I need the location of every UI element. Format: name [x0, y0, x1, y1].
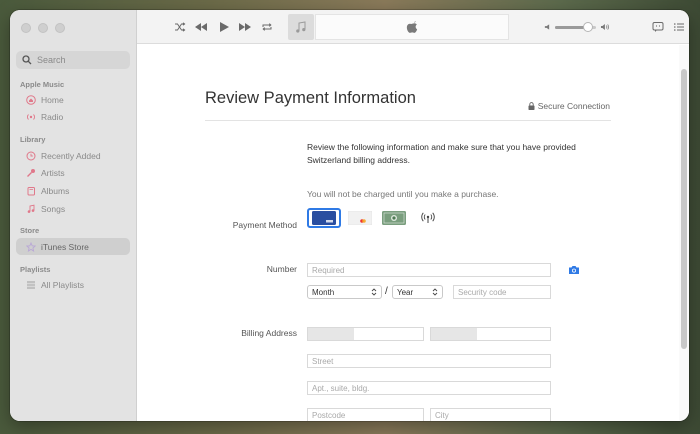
sidebar-item-label: All Playlists — [41, 279, 84, 290]
shuffle-icon[interactable] — [173, 20, 187, 34]
page-title: Review Payment Information — [205, 89, 416, 107]
sidebar-item-label: Recently Added — [41, 150, 101, 161]
chevron-updown-icon — [371, 288, 377, 296]
content-scrollbar[interactable] — [679, 45, 689, 421]
payment-option-mastercard[interactable] — [345, 208, 375, 228]
close-window-button[interactable] — [21, 23, 31, 33]
sidebar-item-label: Home — [41, 94, 64, 105]
star-icon — [26, 241, 36, 252]
section-label-playlists: Playlists — [20, 265, 51, 274]
number-label: Number — [266, 264, 297, 274]
billing-address-label: Billing Address — [241, 328, 297, 338]
secure-connection-text: Secure Connection — [537, 101, 610, 111]
camera-icon — [569, 266, 579, 274]
first-name-input[interactable] — [307, 327, 424, 341]
rewind-icon[interactable] — [193, 20, 209, 34]
section-label-apple-music: Apple Music — [20, 80, 65, 89]
sidebar-search — [16, 51, 130, 69]
sidebar-item-all-playlists[interactable]: All Playlists — [16, 276, 130, 293]
contactless-icon — [421, 212, 435, 223]
sidebar-item-home[interactable]: Home — [16, 91, 130, 108]
grid-icon — [26, 280, 36, 290]
sidebar-item-label: iTunes Store — [41, 241, 89, 252]
apt-suite-input[interactable] — [307, 381, 551, 395]
sidebar-item-label: Radio — [41, 111, 64, 122]
app-window: Apple Music Home Radio Library Recently … — [10, 10, 689, 421]
radio-icon — [26, 112, 36, 122]
expiry-month-select[interactable]: Month — [307, 285, 382, 299]
repeat-icon[interactable] — [260, 20, 274, 34]
zoom-window-button[interactable] — [55, 23, 65, 33]
album-art — [288, 14, 314, 40]
section-label-library: Library — [20, 135, 46, 144]
sidebar-item-artists[interactable]: Artists — [16, 164, 130, 181]
minimize-window-button[interactable] — [38, 23, 48, 33]
clock-icon — [26, 151, 36, 161]
apple-logo-icon — [406, 21, 418, 33]
search-icon — [22, 55, 32, 65]
queue-icon[interactable] — [672, 20, 686, 34]
street-input[interactable] — [307, 354, 551, 368]
speaker-high-icon — [601, 24, 610, 30]
expiry-year-select[interactable]: Year — [392, 285, 443, 299]
player-toolbar — [137, 10, 689, 44]
music-note-icon — [296, 21, 306, 33]
lyrics-icon[interactable] — [651, 20, 665, 34]
home-icon — [26, 94, 36, 105]
city-input[interactable] — [430, 408, 551, 421]
payment-method-label: Payment Method — [232, 220, 297, 230]
sidebar-item-albums[interactable]: Albums — [16, 182, 130, 199]
sidebar-item-label: Artists — [41, 167, 65, 178]
instructions-text: Review the following information and mak… — [307, 142, 576, 165]
play-icon[interactable] — [217, 20, 231, 34]
title-divider — [205, 120, 611, 121]
search-input[interactable] — [37, 55, 127, 65]
sidebar-item-itunes-store[interactable]: iTunes Store — [16, 238, 130, 255]
now-playing-display — [315, 14, 509, 40]
amex-card-icon — [382, 211, 406, 225]
sidebar-item-label: Songs — [41, 203, 66, 214]
payment-option-amex[interactable] — [379, 208, 409, 228]
music-note-icon — [26, 204, 36, 214]
volume-control — [544, 21, 610, 33]
scrollbar-thumb[interactable] — [681, 69, 687, 349]
last-name-input[interactable] — [430, 327, 551, 341]
window-controls — [21, 23, 65, 33]
chevron-updown-icon — [432, 288, 438, 296]
payment-form-page: Review Payment Information Secure Connec… — [138, 45, 678, 421]
sidebar: Apple Music Home Radio Library Recently … — [10, 10, 137, 421]
lock-icon — [528, 102, 535, 110]
visa-card-icon — [312, 211, 336, 225]
secure-connection-label: Secure Connection — [528, 101, 610, 111]
payment-option-contactless[interactable] — [414, 208, 442, 228]
expiry-month-value: Month — [312, 287, 335, 297]
camera-scan-button[interactable] — [567, 263, 581, 277]
volume-slider[interactable] — [554, 21, 597, 32]
album-icon — [26, 186, 36, 196]
sidebar-item-radio[interactable]: Radio — [16, 108, 130, 125]
microphone-icon — [26, 168, 36, 178]
fast-forward-icon[interactable] — [237, 20, 253, 34]
speaker-low-icon — [544, 24, 550, 30]
payment-option-visa[interactable] — [307, 208, 341, 228]
postcode-input[interactable] — [307, 408, 424, 421]
section-label-store: Store — [20, 226, 40, 235]
expiry-year-value: Year — [397, 287, 414, 297]
date-separator: / — [385, 286, 388, 297]
card-number-input[interactable] — [307, 263, 551, 277]
sidebar-item-recently-added[interactable]: Recently Added — [16, 147, 130, 164]
no-charge-note: You will not be charged until you make a… — [307, 189, 499, 199]
sidebar-item-songs[interactable]: Songs — [16, 200, 130, 217]
sidebar-item-label: Albums — [41, 185, 70, 196]
volume-knob[interactable] — [583, 21, 594, 32]
mastercard-icon — [348, 211, 372, 225]
security-code-input[interactable] — [453, 285, 551, 299]
